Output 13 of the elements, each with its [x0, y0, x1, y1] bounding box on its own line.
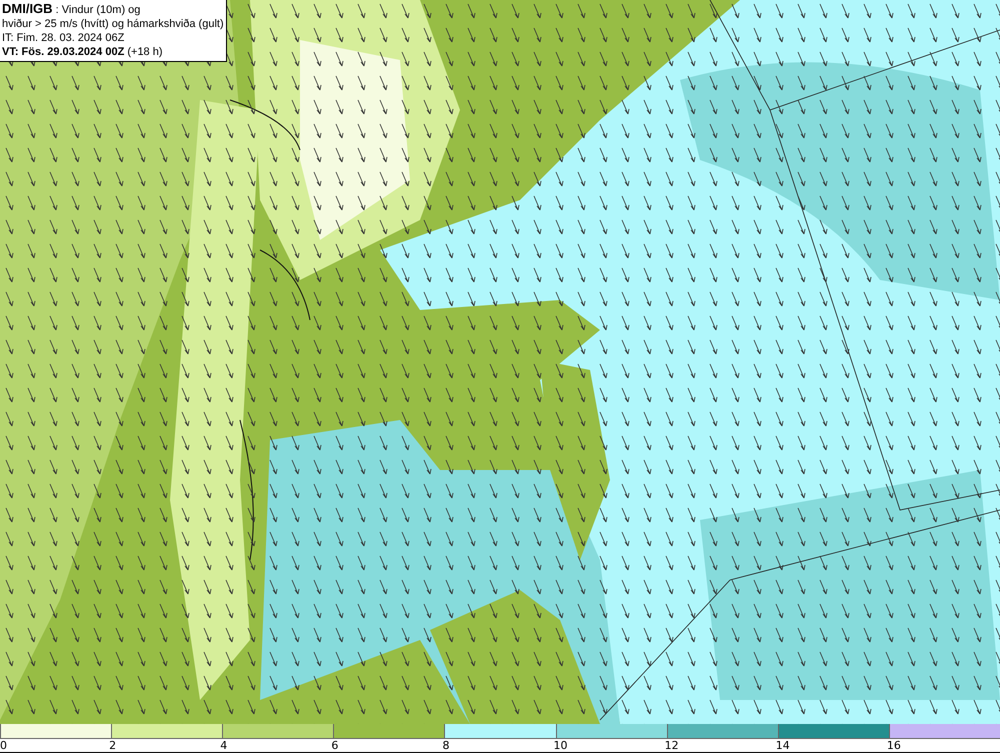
legend-label: 16 — [886, 739, 901, 752]
subtitle-text: hviður > 25 m/s (hvítt) og hámarkshviða (gult) — [2, 17, 222, 31]
legend-label: 14 — [776, 739, 790, 752]
legend-label: 8 — [442, 739, 450, 752]
valid-time-text: VT: Fös. 29.03.2024 00Z (+18 h) — [2, 45, 164, 59]
legend-label: 12 — [664, 739, 679, 752]
legend-label: 4 — [220, 739, 228, 752]
issue-time-text: IT: Fim. 28. 03. 2024 06Z — [2, 31, 126, 45]
legend-label: 10 — [554, 739, 568, 752]
title-text: DMI/IGB : Vindur (10m) og — [2, 2, 142, 17]
legend-label: 6 — [331, 739, 338, 752]
legend-label: 0 — [0, 739, 7, 752]
legend-label: 2 — [109, 739, 116, 752]
